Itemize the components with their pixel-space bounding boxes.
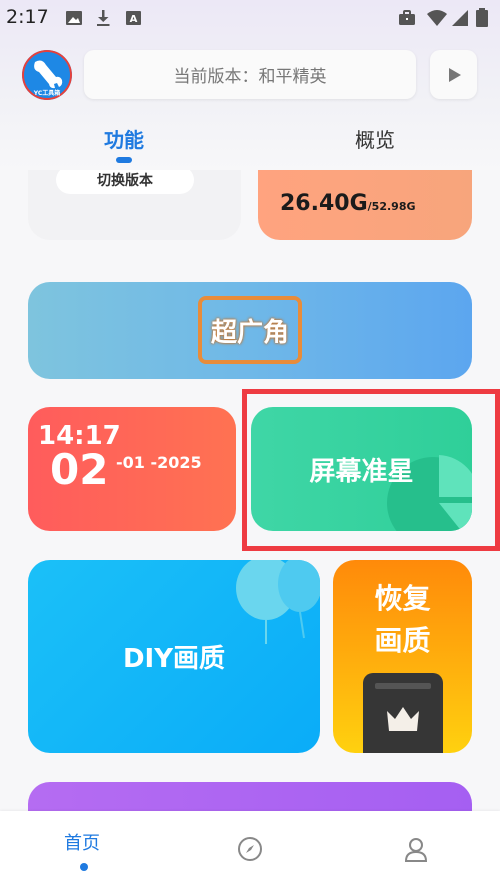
storage-card[interactable]: 26.40G/52.98G xyxy=(258,170,472,240)
date-month-year: -01 -2025 xyxy=(116,453,202,472)
text-recognition-icon: A xyxy=(126,11,141,25)
compass-icon[interactable] xyxy=(236,835,264,863)
play-button[interactable] xyxy=(430,50,477,99)
nav-home-indicator xyxy=(80,863,88,871)
storage-readout: 26.40G/52.98G xyxy=(280,191,416,216)
restore-quality-card[interactable]: 恢复 画质 xyxy=(333,560,472,753)
wide-angle-card[interactable]: 超广角 xyxy=(28,282,472,379)
restore-line-1: 恢复 xyxy=(374,582,431,615)
image-icon xyxy=(66,11,82,25)
storage-used: 26.40G xyxy=(280,191,368,216)
switch-version-button[interactable]: 切换版本 xyxy=(56,170,194,194)
switch-version-card[interactable]: 切换版本 xyxy=(28,170,241,240)
tab-function[interactable]: 功能 xyxy=(104,124,144,153)
crown-box-icon xyxy=(363,673,443,753)
profile-icon[interactable] xyxy=(402,835,430,863)
signal-icon xyxy=(452,10,468,26)
svg-text:A: A xyxy=(130,14,138,25)
briefcase-icon xyxy=(399,10,415,25)
logo-caption: YC工具箱 xyxy=(33,90,61,97)
nav-home[interactable]: 首页 xyxy=(64,829,100,855)
diy-quality-label: DIY画质 xyxy=(122,644,226,674)
next-feature-card[interactable] xyxy=(28,782,472,811)
tab-overview[interactable]: 概览 xyxy=(355,124,395,153)
bottom-navigation: 首页 xyxy=(0,811,500,889)
wide-angle-label: 超广角 xyxy=(210,318,289,348)
wifi-icon xyxy=(427,10,447,26)
download-icon xyxy=(97,10,110,26)
diy-quality-card[interactable]: DIY画质 xyxy=(28,560,320,753)
crown-icon xyxy=(375,683,431,731)
app-logo[interactable]: YC工具箱 xyxy=(22,50,72,100)
tab-indicator xyxy=(116,157,132,163)
battery-icon xyxy=(476,8,488,27)
highlight-box xyxy=(242,389,500,551)
feature-grid: 切换版本 26.40G/52.98G 超广角 14:17 02 -01 -202… xyxy=(0,170,500,811)
restore-quality-label: 恢复 画质 xyxy=(333,578,472,662)
date-day: 02 xyxy=(50,445,109,494)
datetime-card[interactable]: 14:17 02 -01 -2025 xyxy=(28,407,236,531)
storage-total: /52.98G xyxy=(367,200,416,213)
play-icon xyxy=(448,67,461,82)
restore-line-2: 画质 xyxy=(374,624,431,657)
status-bar: 2:17 A xyxy=(0,0,500,36)
current-version-field[interactable]: 当前版本：和平精英 xyxy=(84,50,416,99)
status-time: 2:17 xyxy=(6,6,49,28)
